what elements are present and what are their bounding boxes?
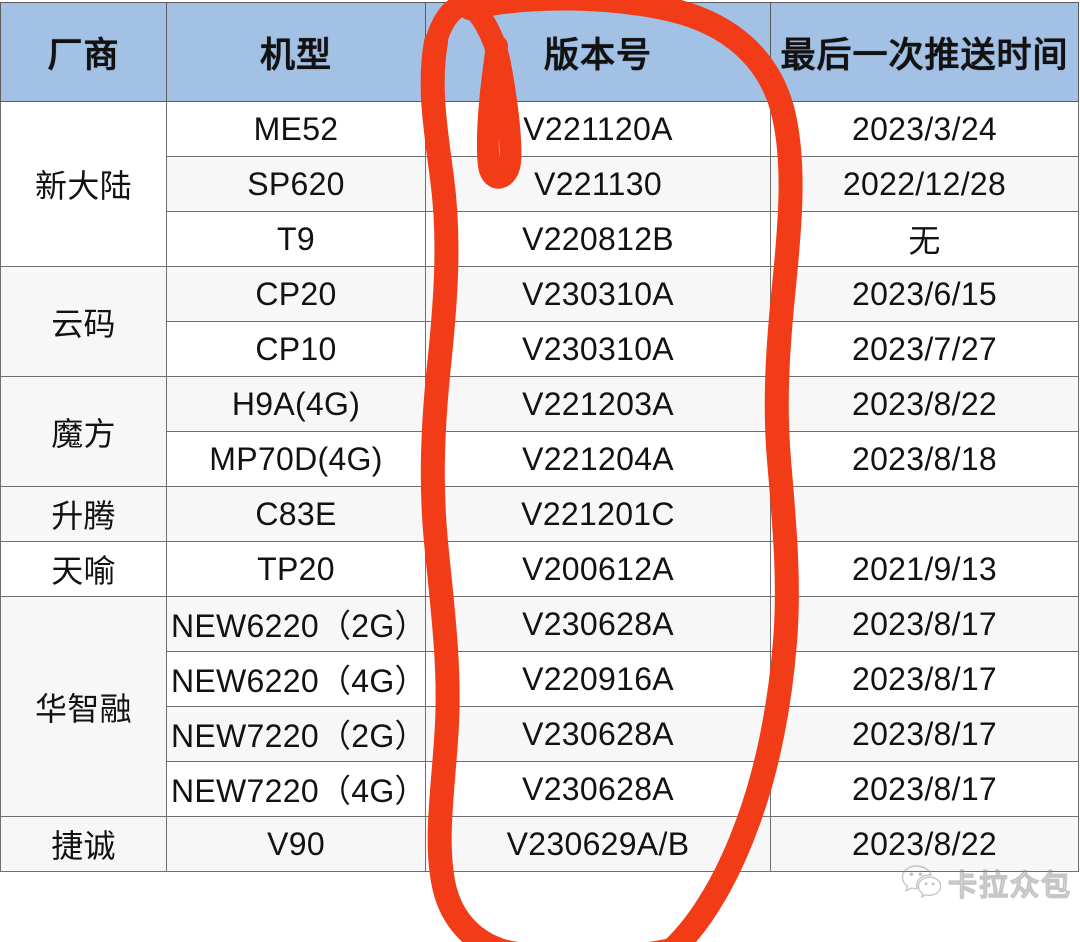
cell-date: 2023/8/17 — [770, 706, 1079, 762]
table-body: 新大陆 ME52 V221120A 2023/3/24 SP620 V221130 2022… — [0, 101, 1079, 872]
spreadsheet-canvas: 厂商 机型 版本号 最后一次推送时间 新大陆 ME52 V221120A 2023/3… — [0, 0, 1080, 942]
cell-vendor: 捷诚 — [0, 816, 167, 872]
cell-version: V230629A/B — [425, 816, 771, 872]
column-header-vendor: 厂商 — [0, 2, 167, 102]
cell-date: 2023/8/22 — [770, 816, 1079, 872]
cell-model: MP70D(4G) — [166, 431, 426, 487]
cell-model: ME52 — [166, 101, 426, 157]
cell-model: V90 — [166, 816, 426, 872]
table-row: 天喻 TP20 V200612A 2021/9/13 — [0, 541, 1079, 597]
cell-version: V220812B — [425, 211, 771, 267]
cell-date: 2023/8/18 — [770, 431, 1079, 487]
cell-model: NEW7220（4G） — [166, 761, 427, 817]
cell-date: 2023/8/22 — [770, 376, 1079, 432]
cell-date: 2023/6/15 — [770, 266, 1079, 322]
cell-model: TP20 — [166, 541, 426, 597]
table-row: 华智融 NEW6220（2G） V230628A 2023/8/17 — [0, 596, 1079, 817]
cell-model: T9 — [166, 211, 426, 267]
header-row: 厂商 机型 版本号 最后一次推送时间 — [0, 2, 1079, 102]
cell-model: CP10 — [166, 321, 426, 377]
cell-version: V221130 — [425, 156, 771, 212]
cell-version: V230310A — [425, 266, 771, 322]
cell-vendor: 升腾 — [0, 486, 167, 542]
cell-date: 2023/8/17 — [770, 596, 1079, 652]
cell-model: CP20 — [166, 266, 426, 322]
cell-version: V220916A — [425, 651, 771, 707]
cell-model: SP620 — [166, 156, 426, 212]
cell-date: 2023/8/17 — [770, 651, 1079, 707]
cell-vendor: 天喻 — [0, 541, 167, 597]
cell-version: V200612A — [425, 541, 771, 597]
column-header-date: 最后一次推送时间 — [770, 2, 1079, 102]
column-header-version: 版本号 — [425, 2, 771, 102]
cell-version: V230310A — [425, 321, 771, 377]
cell-model: NEW7220（2G） — [166, 706, 427, 762]
table-header: 厂商 机型 版本号 最后一次推送时间 — [0, 2, 1079, 102]
cell-vendor: 云码 — [0, 266, 167, 377]
cell-version: V230628A — [425, 596, 771, 652]
cell-date: 2022/12/28 — [770, 156, 1079, 212]
cell-date — [770, 486, 1079, 542]
cell-version: V230628A — [425, 761, 771, 817]
cell-model: NEW6220（2G） — [166, 596, 427, 652]
cell-vendor: 新大陆 — [0, 101, 167, 267]
column-header-model: 机型 — [166, 2, 426, 102]
cell-version: V230628A — [425, 706, 771, 762]
cell-model: H9A(4G) — [166, 376, 426, 432]
table-row: 新大陆 ME52 V221120A 2023/3/24 — [0, 101, 1079, 267]
cell-vendor: 华智融 — [0, 596, 167, 817]
cell-date: 2023/3/24 — [770, 101, 1079, 157]
cell-date: 2021/9/13 — [770, 541, 1079, 597]
table-row: 魔方 H9A(4G) V221203A 2023/8/22 — [0, 376, 1079, 487]
table-row: 云码 CP20 V230310A 2023/6/15 — [0, 266, 1079, 377]
cell-version: V221201C — [425, 486, 771, 542]
table-row: 升腾 C83E V221201C — [0, 486, 1079, 542]
cell-date: 2023/7/27 — [770, 321, 1079, 377]
table-row: 捷诚 V90 V230629A/B 2023/8/22 — [0, 816, 1079, 872]
cell-model: NEW6220（4G） — [166, 651, 427, 707]
cell-version: V221204A — [425, 431, 771, 487]
cell-version: V221203A — [425, 376, 771, 432]
cell-date: 2023/8/17 — [770, 761, 1079, 817]
cell-version: V221120A — [425, 101, 771, 157]
cell-model: C83E — [166, 486, 426, 542]
cell-vendor: 魔方 — [0, 376, 167, 487]
cell-date: 无 — [770, 211, 1079, 267]
device-version-table: 厂商 机型 版本号 最后一次推送时间 新大陆 ME52 V221120A 2023/3… — [0, 2, 1079, 872]
